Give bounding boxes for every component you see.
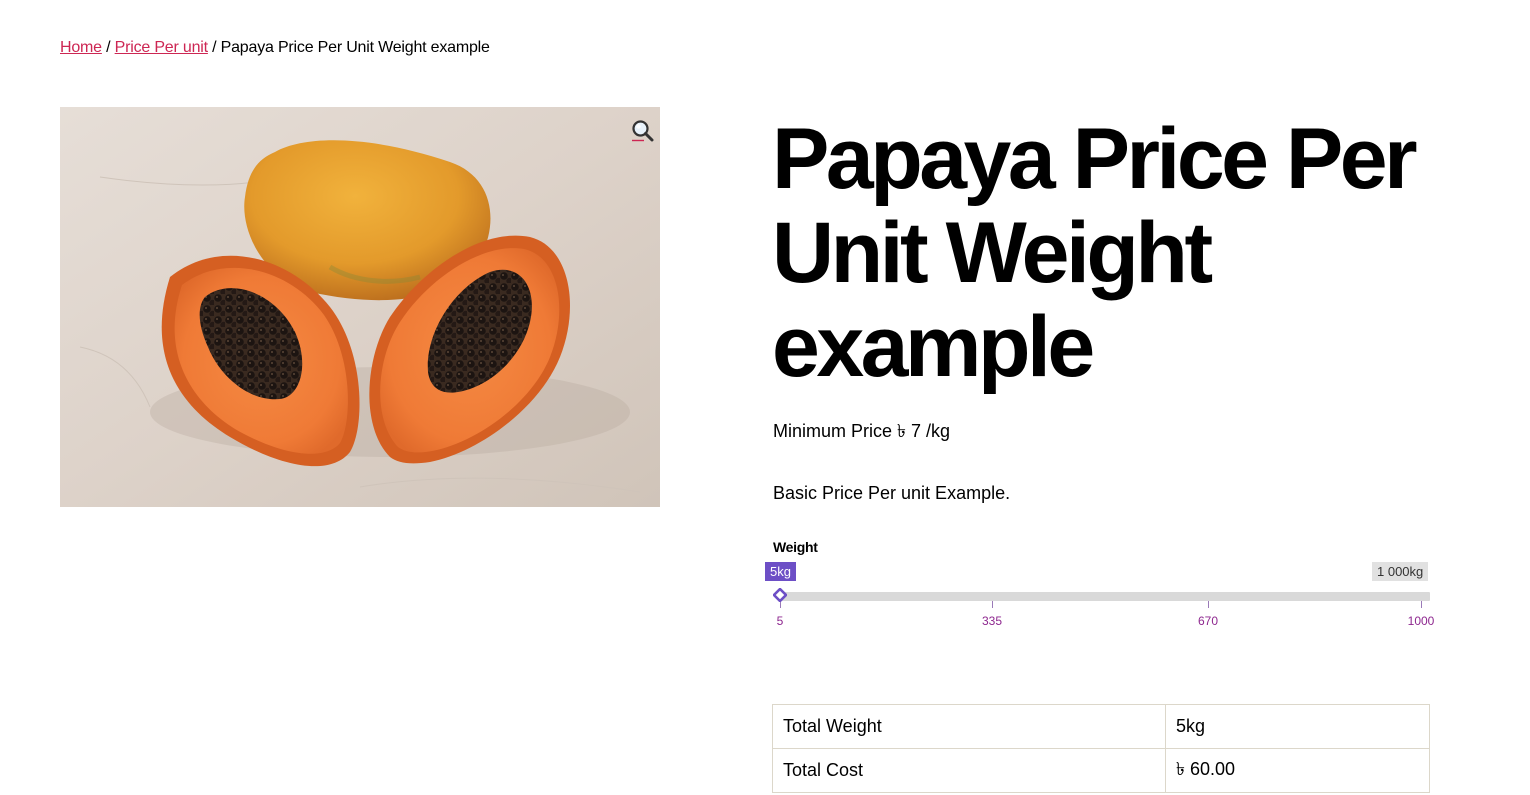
magnifier-icon bbox=[632, 120, 654, 142]
slider-track[interactable] bbox=[780, 592, 1430, 601]
slider-max-value: 1 000kg bbox=[1372, 562, 1429, 581]
slider-tick-label: 335 bbox=[981, 614, 1003, 628]
slider-tick bbox=[992, 601, 993, 608]
weight-slider[interactable]: 5kg 1 000kg 5 335 670 1000 bbox=[765, 560, 1445, 635]
breadcrumb: Home / Price Per unit / Papaya Price Per… bbox=[60, 38, 490, 58]
total-weight-label: Total Weight bbox=[772, 704, 1166, 749]
summary-table: Total Weight 5kg Total Cost ৳ 60.00 bbox=[772, 704, 1430, 793]
slider-tick-label: 1000 bbox=[1407, 614, 1435, 628]
breadcrumb-separator: / bbox=[212, 39, 217, 56]
breadcrumb-current: Papaya Price Per Unit Weight example bbox=[220, 39, 490, 56]
slider-tick-label: 5 bbox=[776, 614, 784, 628]
minimum-price: Minimum Price ৳ 7 /kg bbox=[773, 421, 951, 441]
total-weight-value: 5kg bbox=[1165, 704, 1430, 749]
zoom-button[interactable] bbox=[630, 118, 656, 144]
slider-tick bbox=[1208, 601, 1209, 608]
product-title: Papaya Price Per Unit Weight example bbox=[772, 111, 1418, 395]
slider-tick-label: 670 bbox=[1197, 614, 1219, 628]
weight-label: Weight bbox=[773, 539, 818, 555]
product-description: Basic Price Per unit Example. bbox=[773, 483, 1011, 503]
product-image[interactable] bbox=[60, 107, 660, 507]
papaya-photo bbox=[60, 107, 660, 507]
slider-tick bbox=[1421, 601, 1422, 608]
slider-tick bbox=[780, 601, 781, 608]
table-row: Total Weight 5kg bbox=[772, 704, 1430, 749]
breadcrumb-home-link[interactable]: Home bbox=[60, 39, 102, 56]
slider-current-value: 5kg bbox=[765, 562, 796, 581]
breadcrumb-category-link[interactable]: Price Per unit bbox=[115, 39, 208, 56]
slider-handle[interactable] bbox=[773, 588, 787, 602]
total-cost-value: ৳ 60.00 bbox=[1165, 748, 1430, 793]
total-cost-label: Total Cost bbox=[772, 748, 1166, 793]
breadcrumb-separator: / bbox=[106, 39, 111, 56]
table-row: Total Cost ৳ 60.00 bbox=[772, 748, 1430, 793]
